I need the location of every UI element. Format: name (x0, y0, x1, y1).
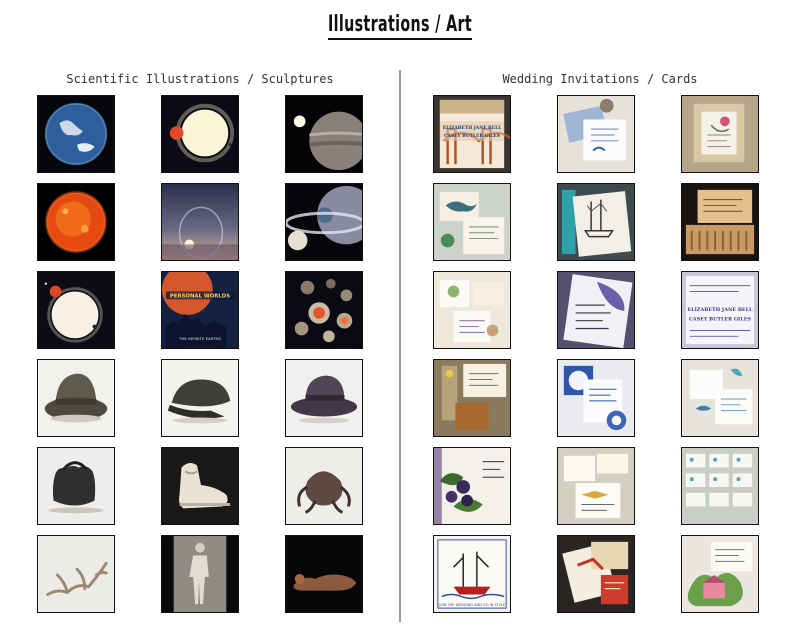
thumbnail-invite-place-cards[interactable] (681, 447, 759, 525)
thumbnail-bright-star[interactable] (161, 95, 239, 173)
thumbnail-invite-bridge[interactable]: ELIZABETH JANE BELL CASEY BUTLER GILES (433, 95, 511, 173)
invite-name-1: ELIZABETH JANE BELL (443, 126, 502, 131)
thumbnail-invite-blue-delft[interactable] (557, 359, 635, 437)
thumbnail-ringed-planet[interactable] (285, 183, 363, 261)
thumbnail-gas-giant[interactable] (285, 95, 363, 173)
thumbnail-invite-ephemera[interactable] (433, 271, 511, 349)
thumbnail-invite-plane[interactable] (557, 447, 635, 525)
thumbnail-sculpture-hat-1[interactable] (37, 359, 115, 437)
thumbnail-invite-whale[interactable] (433, 183, 511, 261)
thumbnail-invite-garden-house[interactable] (681, 535, 759, 613)
invite-ship-footer: JOIN THE WEDDING AND GO IN STYLE (438, 603, 505, 607)
invite-name-2: CASEY BUTLER GILES (444, 134, 500, 139)
section-title-scientific: Scientific Illustrations / Sculptures (66, 72, 334, 86)
thumbnail-white-dwarf-system[interactable] (37, 271, 115, 349)
thumbnail-sculpture-reclining[interactable] (285, 535, 363, 613)
thumbnail-sculpture-figure[interactable] (161, 535, 239, 613)
thumbnail-sculpture-boot[interactable] (161, 447, 239, 525)
thumbnail-sculpture-bag[interactable] (37, 447, 115, 525)
thumbnail-invite-birds[interactable] (681, 359, 759, 437)
invite-violet-name-2: CASEY BUTLER GILES (689, 317, 751, 323)
section-divider (399, 70, 401, 622)
thumbnail-invite-tall-ship[interactable]: JOIN THE WEDDING AND GO IN STYLE (433, 535, 511, 613)
thumbnail-invite-ship[interactable] (557, 183, 635, 261)
thumbnail-sunrise-horizon[interactable] (161, 183, 239, 261)
thumbnail-sculpture-cap[interactable] (161, 359, 239, 437)
section-title-wedding: Wedding Invitations / Cards (502, 72, 698, 86)
thumbnail-invite-seashells[interactable] (557, 95, 635, 173)
thumbnail-sculpture-antlers[interactable] (37, 535, 115, 613)
thumbnail-sculpture-hat-2[interactable] (285, 359, 363, 437)
thumbnail-invite-wooden-tags[interactable] (681, 183, 759, 261)
poster-subtitle: THE INFINITE EARTHS (178, 336, 221, 341)
page-title: Illustrations / Art (112, 12, 688, 40)
thumbnail-invite-blackberries[interactable] (433, 447, 511, 525)
thumbnail-planet-interiors[interactable] (285, 271, 363, 349)
thumbnail-invite-circus[interactable] (557, 535, 635, 613)
invite-violet-name-1: ELIZABETH JANE BELL (688, 307, 754, 313)
thumbnail-invite-violet-type[interactable]: ELIZABETH JANE BELL CASEY BUTLER GILES (681, 271, 759, 349)
poster-title: PERSONAL WORLDS (170, 293, 230, 299)
thumbnail-red-sun[interactable] (37, 183, 115, 261)
thumbnail-invite-pressed-flowers[interactable] (433, 359, 511, 437)
thumbnail-invite-feather[interactable] (557, 271, 635, 349)
thumbnail-invite-botanical-kraft[interactable] (681, 95, 759, 173)
thumbnail-earth[interactable] (37, 95, 115, 173)
thumbnail-sculpture-metal-form[interactable] (285, 447, 363, 525)
thumbnail-infinite-earths-poster[interactable]: PERSONAL WORLDS THE INFINITE EARTHS (161, 271, 239, 349)
